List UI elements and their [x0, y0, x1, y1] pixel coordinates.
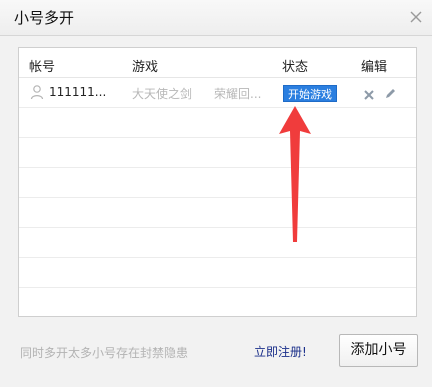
game-name: 大天使之剑: [132, 87, 193, 101]
account-name: 111111...: [49, 85, 107, 99]
table-row: [19, 168, 416, 198]
add-account-button[interactable]: 添加小号: [339, 334, 418, 367]
header-game: 游戏: [132, 60, 159, 75]
pencil-icon[interactable]: [384, 85, 397, 98]
table-row: [19, 288, 416, 316]
title-bar: 小号多开: [0, 0, 432, 36]
table-row: 111111... 大天使之剑 荣耀回... 开始游戏: [19, 78, 416, 108]
register-link[interactable]: 立即注册!: [254, 343, 307, 360]
start-game-button[interactable]: 开始游戏: [283, 85, 337, 102]
multi-account-dialog: 小号多开 帐号 游戏 状态 编辑 111111... 大天使之剑 荣耀回...: [0, 0, 432, 387]
header-edit: 编辑: [361, 60, 388, 75]
dialog-title: 小号多开: [14, 9, 75, 27]
user-icon: [29, 84, 45, 100]
table-row: [19, 138, 416, 168]
header-account: 帐号: [29, 60, 56, 75]
server-name: 荣耀回...: [214, 87, 262, 101]
table-row: [19, 228, 416, 258]
table-row: [19, 108, 416, 138]
warning-text: 同时多开太多小号存在封禁隐患: [20, 346, 189, 360]
close-icon[interactable]: [406, 7, 426, 27]
header-status: 状态: [282, 60, 309, 75]
table-row: [19, 198, 416, 228]
account-table: 帐号 游戏 状态 编辑 111111... 大天使之剑 荣耀回... 开始游戏: [18, 47, 417, 317]
delete-icon[interactable]: [363, 86, 375, 100]
table-header: 帐号 游戏 状态 编辑: [19, 48, 416, 78]
table-row: [19, 258, 416, 288]
